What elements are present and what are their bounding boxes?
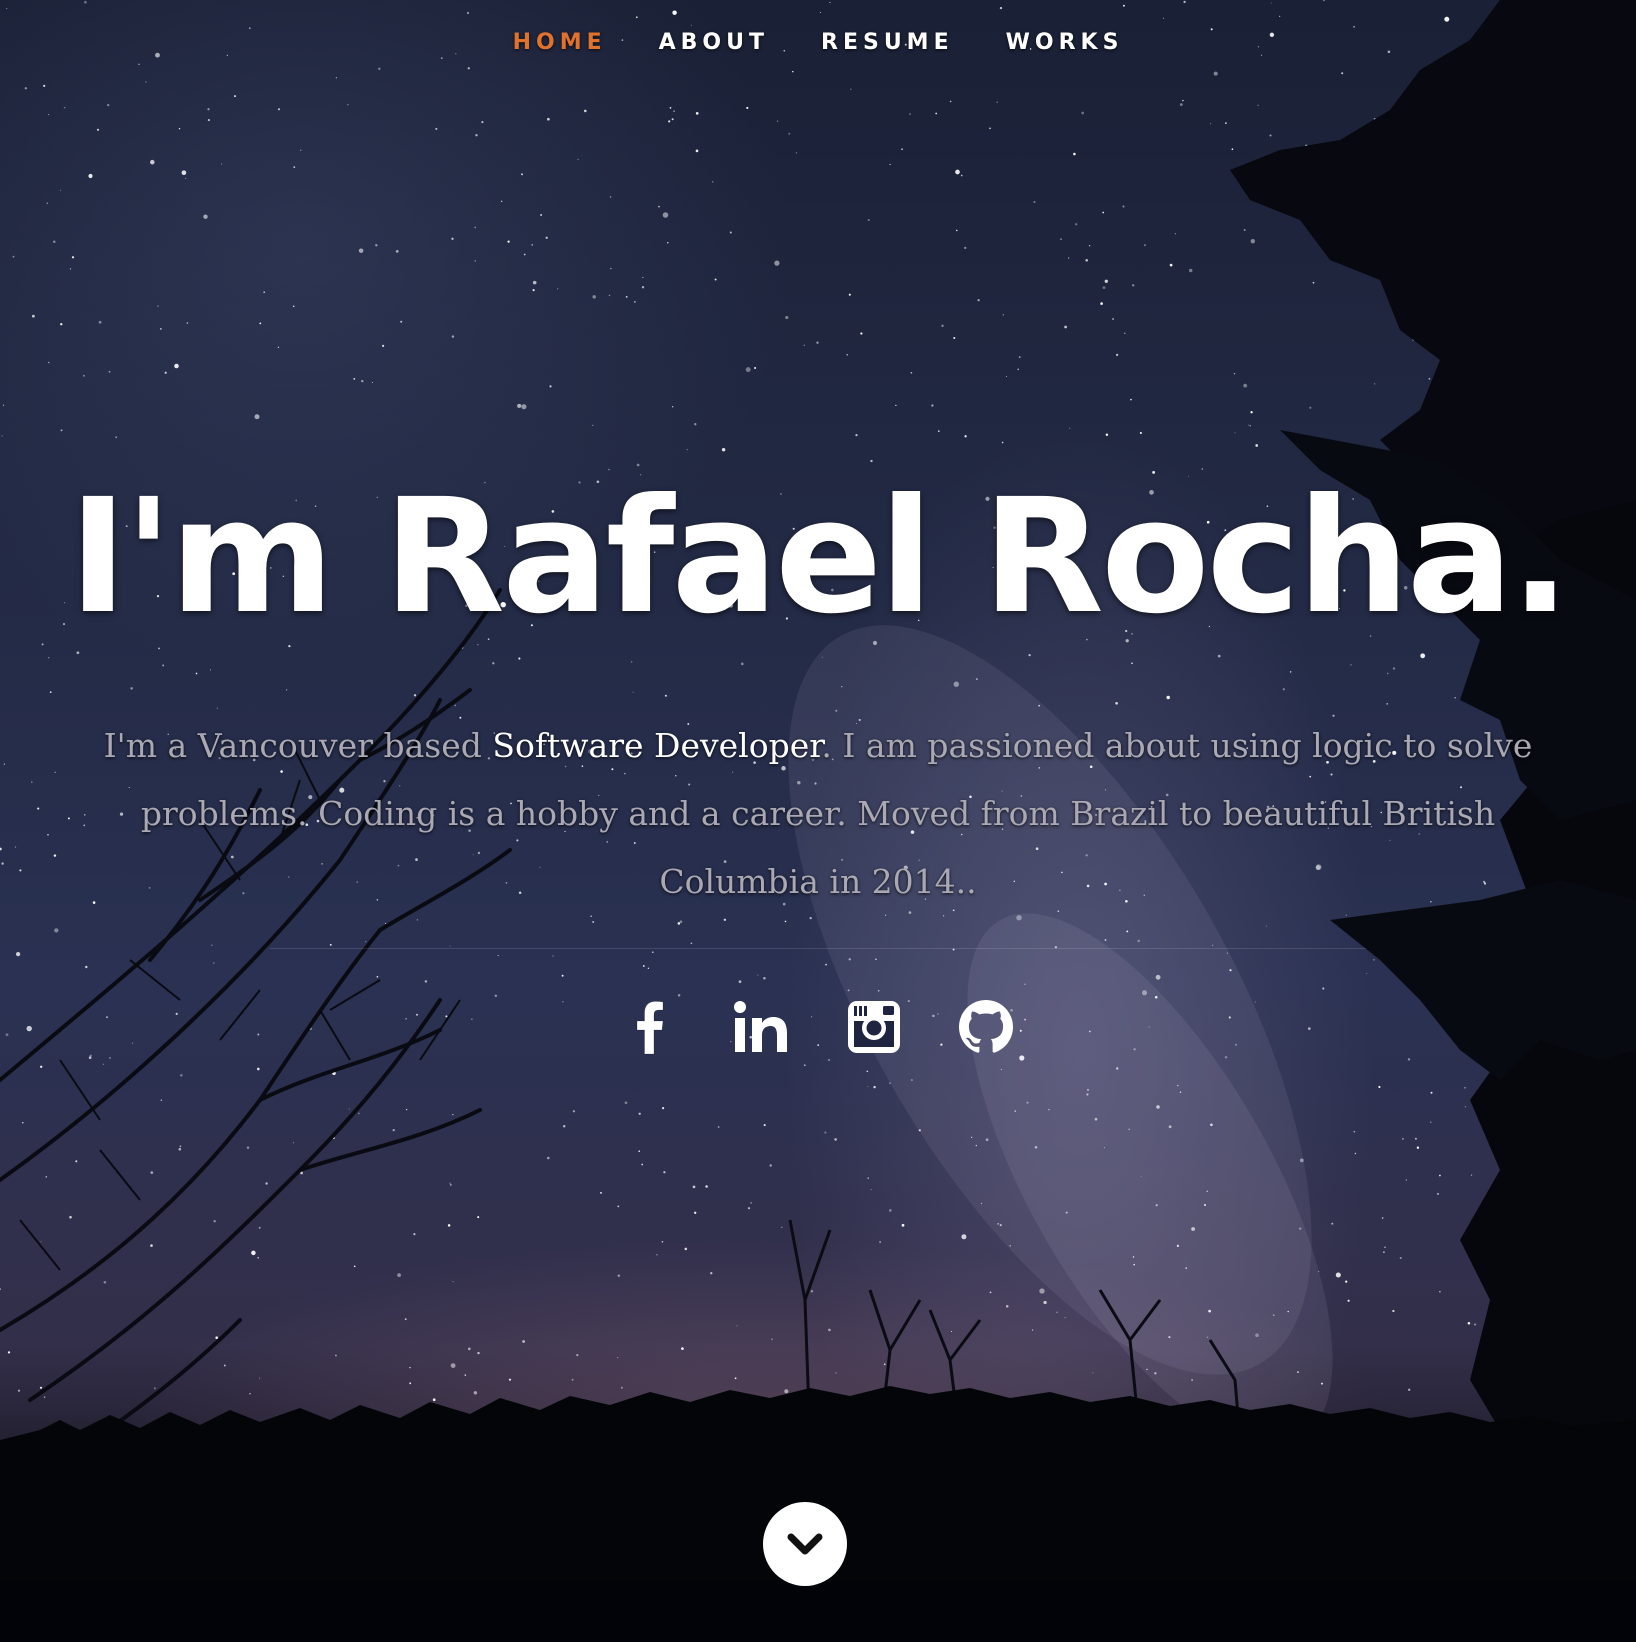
nav-home[interactable]: HOME [487,30,633,55]
intro-text-start: I'm a Vancouver based [103,726,493,765]
intro-highlight: Software Developer [492,726,822,765]
instagram-icon[interactable] [843,996,905,1058]
hero-section: HOME ABOUT RESUME WORKS I'm Rafael Rocha… [0,0,1636,1642]
scroll-down-button[interactable] [763,1502,847,1586]
hero-headline: I'm Rafael Rocha. [68,465,1571,649]
social-links [0,996,1636,1058]
divider [270,948,1366,949]
linkedin-icon[interactable] [731,996,793,1058]
nav-works[interactable]: WORKS [980,30,1150,55]
facebook-icon[interactable] [619,996,681,1058]
chevron-down-icon [787,1533,823,1555]
hero-intro: I'm a Vancouver based Software Developer… [85,712,1551,916]
github-icon[interactable] [955,996,1017,1058]
nav-about[interactable]: ABOUT [633,30,795,55]
nav-resume[interactable]: RESUME [795,30,980,55]
main-nav: HOME ABOUT RESUME WORKS [0,30,1636,55]
